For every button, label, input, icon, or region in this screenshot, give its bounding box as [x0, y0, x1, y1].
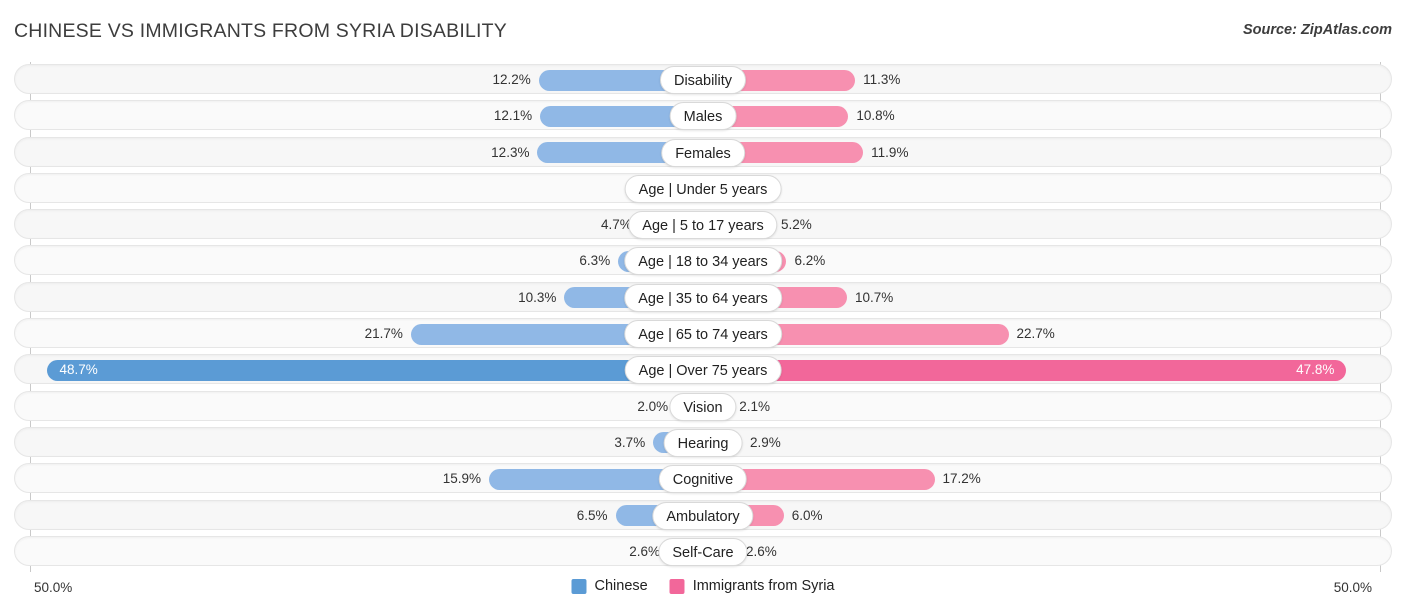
value-label-right: 11.3%	[863, 72, 901, 87]
value-label-left: 6.5%	[576, 507, 608, 523]
chart-row: 4.7% 5.2% Age | 5 to 17 years	[0, 207, 1406, 243]
category-label-pill: Cognitive	[658, 465, 748, 494]
chart-row: 12.1% 10.8% Males	[0, 98, 1406, 134]
value-label-right: 10.8%	[856, 108, 895, 124]
chart-row: 3.7% 2.9% Hearing	[0, 425, 1406, 461]
value-label-left: 2.0%	[637, 398, 669, 414]
source-attribution: Source: ZipAtlas.com	[1242, 22, 1392, 38]
category-label-pill: Age | 35 to 64 years	[624, 283, 782, 312]
value-label-left: 10.3%	[518, 289, 557, 305]
category-label-pill: Self-Care	[658, 537, 748, 566]
category-label-pill: Age | 65 to 74 years	[624, 320, 782, 349]
value-label-left: 21.7%	[364, 326, 403, 342]
category-label-pill: Males	[669, 102, 737, 131]
value-label-right: 2.6%	[745, 543, 777, 559]
chart-row: 21.7% 22.7% Age | 65 to 74 years	[0, 316, 1406, 352]
value-label-right: 2.9%	[750, 434, 781, 450]
bar-right-immigrants-from-syria	[703, 359, 1347, 381]
value-label-left: 6.3%	[579, 253, 611, 269]
chart-footer: 50.0% Chinese Immigrants from Syria 50.0%	[0, 574, 1406, 612]
value-label-right: 2.1%	[739, 398, 771, 414]
legend-swatch-icon	[571, 578, 587, 594]
value-label-right: 11.9%	[871, 144, 909, 160]
chart-row: 1.1%1.1%Age | Under 5 years	[0, 171, 1406, 207]
category-label-pill: Hearing	[663, 428, 743, 457]
value-label-left: 12.1%	[493, 108, 533, 124]
category-label-pill: Age | Under 5 years	[624, 174, 782, 203]
chart-legend: Chinese Immigrants from Syria	[571, 578, 835, 594]
scale-label-right: 50.0%	[1333, 580, 1372, 595]
chart-row: 15.9% 17.2% Cognitive	[0, 461, 1406, 497]
category-label-pill: Vision	[669, 392, 737, 421]
value-label-right: 6.0%	[791, 507, 823, 523]
legend-item[interactable]: Chinese	[571, 578, 648, 594]
value-label-right: 5.2%	[780, 217, 812, 233]
chart-plot-area: 12.2% 11.3% Disability 12.1% 10.8% Males 12.3%…	[0, 62, 1406, 572]
category-label-pill: Age | Over 75 years	[624, 356, 782, 385]
legend-label: Immigrants from Syria	[692, 578, 835, 594]
category-label-pill: Age | 18 to 34 years	[624, 247, 782, 276]
chart-header: CHINESE VS IMMIGRANTS FROM SYRIA DISABIL…	[0, 0, 1406, 58]
chart-rows: 12.2% 11.3% Disability 12.1% 10.8% Males 12.3%…	[0, 62, 1406, 570]
value-label-right: 10.7%	[855, 289, 894, 305]
legend-label: Chinese	[594, 578, 648, 594]
legend-swatch-icon	[669, 578, 685, 594]
legend-item[interactable]: Immigrants from Syria	[669, 578, 835, 594]
category-label-pill: Age | 5 to 17 years	[628, 211, 778, 240]
chart-row: 48.7% 47.8% Age | Over 75 years	[0, 352, 1406, 388]
chart-row: 6.3% 6.2% Age | 18 to 34 years	[0, 243, 1406, 279]
value-label-left: 48.7%	[59, 362, 98, 378]
value-label-right: 6.2%	[794, 253, 826, 269]
value-label-left: 15.9%	[442, 471, 481, 487]
chart-row: 12.3% 11.9% Females	[0, 135, 1406, 171]
chart-row: 6.5% 6.0% Ambulatory	[0, 498, 1406, 534]
chart-page: CHINESE VS IMMIGRANTS FROM SYRIA DISABIL…	[0, 0, 1406, 612]
value-label-left: 4.7%	[600, 217, 632, 233]
chart-row: 2.6% 2.6% Self-Care	[0, 534, 1406, 570]
category-label-pill: Ambulatory	[652, 501, 754, 530]
page-title: CHINESE VS IMMIGRANTS FROM SYRIA DISABIL…	[14, 20, 507, 42]
chart-row: 2.0% 2.1% Vision	[0, 389, 1406, 425]
chart-row: 10.3% 10.7% Age | 35 to 64 years	[0, 280, 1406, 316]
category-label-pill: Disability	[659, 66, 747, 94]
value-label-right: 22.7%	[1016, 326, 1055, 342]
value-label-right: 47.8%	[1296, 362, 1335, 378]
value-label-left: 3.7%	[614, 434, 646, 450]
value-label-left: 2.6%	[629, 543, 661, 559]
bar-left-chinese	[47, 359, 703, 381]
value-label-left: 12.2%	[492, 72, 531, 87]
scale-label-left: 50.0%	[34, 580, 73, 595]
chart-row: 12.2% 11.3% Disability	[0, 62, 1406, 98]
category-label-pill: Females	[661, 138, 745, 167]
value-label-right: 17.2%	[942, 471, 981, 487]
value-label-left: 12.3%	[491, 144, 530, 160]
